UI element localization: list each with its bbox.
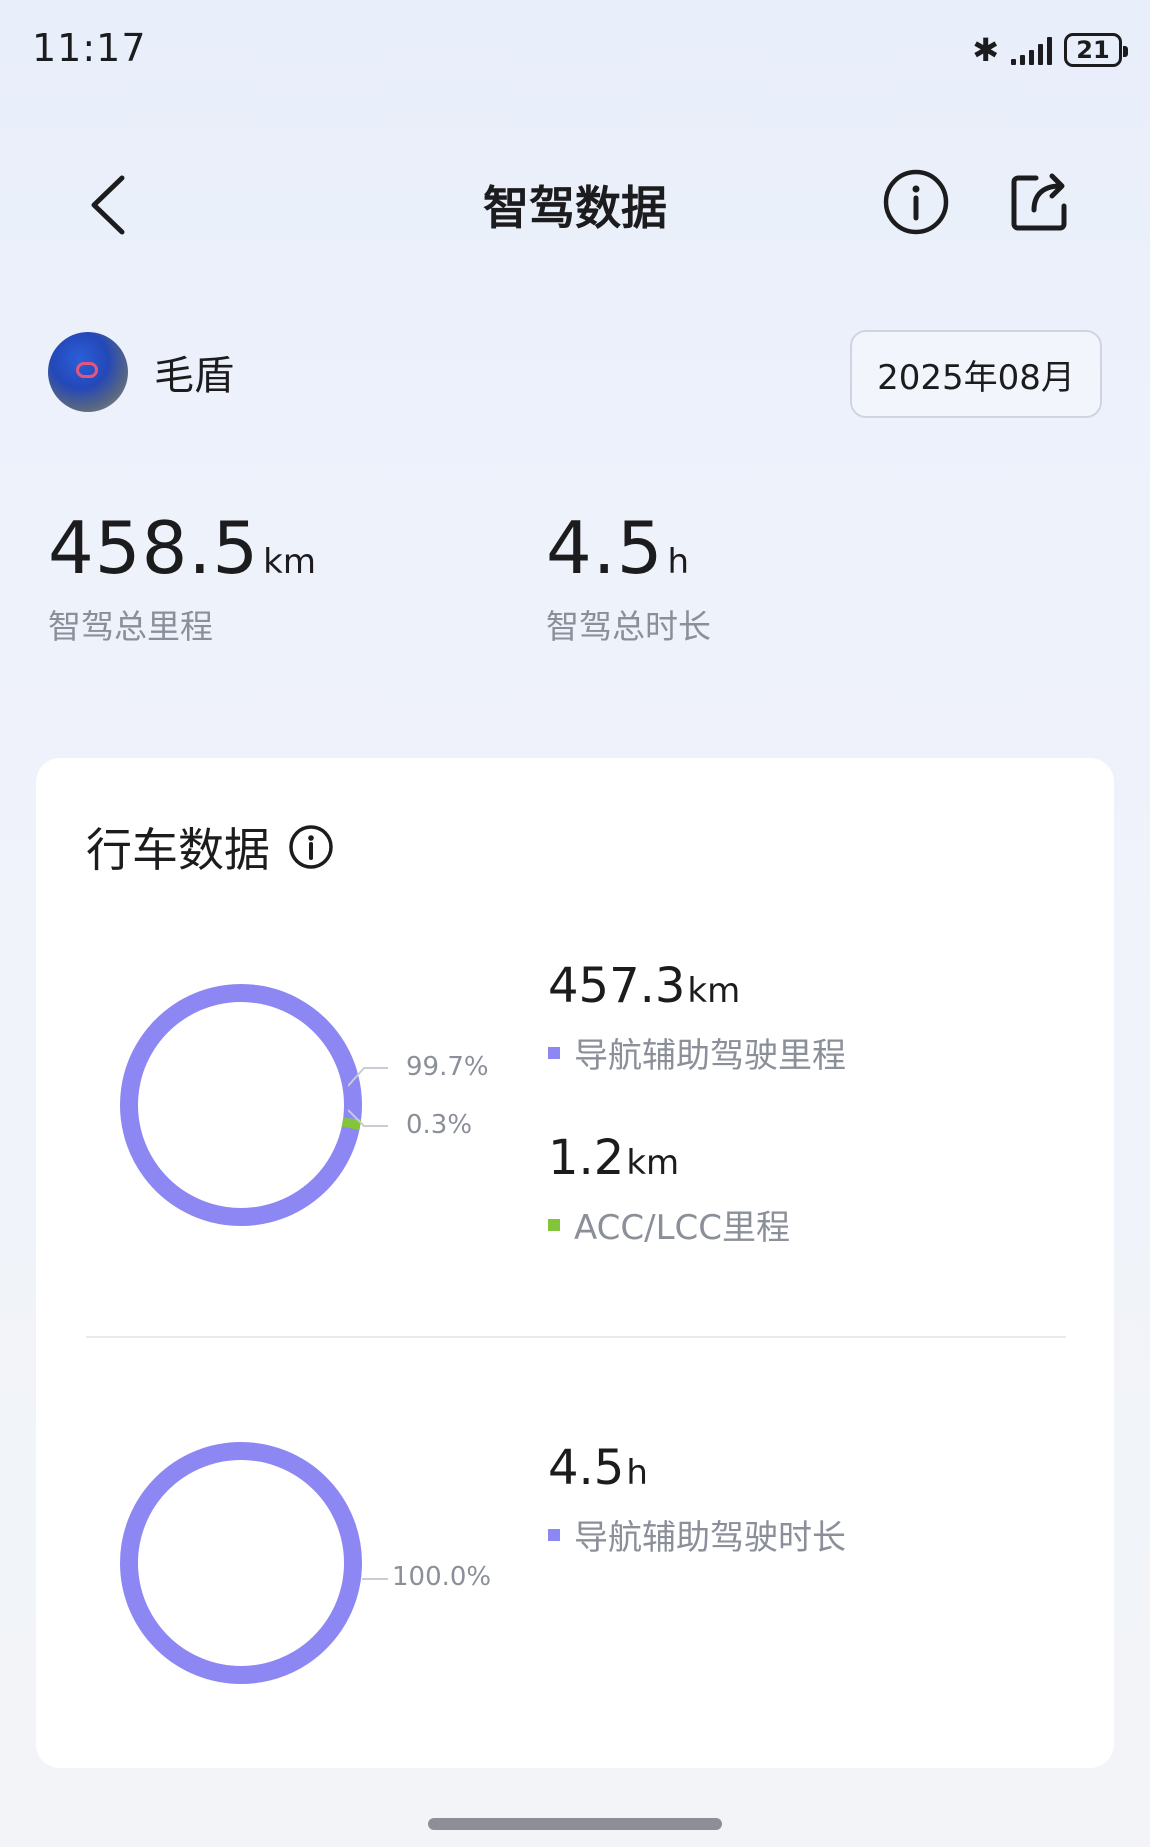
donut-segment xyxy=(119,984,362,1226)
share-icon xyxy=(1011,173,1067,231)
battery-icon: 21 xyxy=(1064,33,1128,67)
mileage-percent-nav: 99.7% xyxy=(406,1052,489,1082)
battery-level: 21 xyxy=(1076,36,1110,64)
acc-lcc-mileage: 1.2km ACC/LCC里程 xyxy=(548,1130,790,1249)
driving-data-card: 行车数据 99.7% 0.3% 457.3km 导航辅助驾驶里程 1.2km A… xyxy=(36,758,1114,1768)
legend-swatch xyxy=(548,1046,560,1059)
metric-value: 457.3 xyxy=(548,958,686,1014)
status-bar: 11:17 ✱ 21 xyxy=(0,0,1150,100)
info-icon xyxy=(883,169,949,235)
metric-value: 4.5 xyxy=(548,1440,625,1496)
nav-assist-mileage: 457.3km 导航辅助驾驶里程 xyxy=(548,958,846,1077)
total-distance-label: 智驾总里程 xyxy=(48,607,213,646)
total-duration-unit: h xyxy=(667,542,690,582)
metric-value: 1.2 xyxy=(548,1130,625,1186)
total-duration-stat: 4.5 h 智驾总时长 xyxy=(546,506,711,648)
metric-label: 导航辅助驾驶里程 xyxy=(574,1036,846,1076)
header: 智驾数据 xyxy=(0,150,1150,260)
signal-icon xyxy=(1011,35,1052,65)
donut-leader-line xyxy=(362,1578,388,1580)
month-selector-button[interactable]: 2025年08月 xyxy=(850,330,1102,418)
status-icons: ✱ 21 xyxy=(972,31,1128,69)
total-distance-value: 458.5 xyxy=(48,506,260,590)
metric-unit: h xyxy=(626,1453,648,1493)
info-icon[interactable] xyxy=(288,824,334,870)
total-duration-value: 4.5 xyxy=(546,506,664,590)
share-button[interactable] xyxy=(1006,168,1074,236)
total-distance-unit: km xyxy=(263,542,316,582)
duration-percent-nav: 100.0% xyxy=(392,1562,492,1592)
page-title: 智驾数据 xyxy=(483,181,667,235)
card-divider xyxy=(86,1336,1066,1338)
mileage-donut-chart xyxy=(119,984,362,1226)
card-title: 行车数据 xyxy=(86,814,334,880)
user-info: 毛盾 xyxy=(48,332,234,412)
metric-unit: km xyxy=(687,971,741,1011)
nav-assist-duration: 4.5h 导航辅助驾驶时长 xyxy=(548,1440,846,1559)
legend-swatch xyxy=(548,1528,560,1541)
status-time: 11:17 xyxy=(32,26,147,70)
donut-segment xyxy=(120,1442,362,1684)
info-button[interactable] xyxy=(882,168,950,236)
metric-unit: km xyxy=(626,1143,680,1183)
total-duration-label: 智驾总时长 xyxy=(546,607,711,646)
mileage-percent-acc: 0.3% xyxy=(406,1110,473,1140)
card-title-text: 行车数据 xyxy=(86,823,270,877)
metric-label: ACC/LCC里程 xyxy=(574,1208,791,1248)
duration-donut-chart xyxy=(120,1442,362,1684)
legend-swatch xyxy=(548,1218,560,1231)
donut-segment xyxy=(119,984,362,1226)
bluetooth-icon: ✱ xyxy=(972,31,999,69)
home-indicator xyxy=(428,1818,722,1830)
username: 毛盾 xyxy=(154,353,234,399)
total-distance-stat: 458.5 km 智驾总里程 xyxy=(48,506,316,648)
metric-label: 导航辅助驾驶时长 xyxy=(574,1518,846,1558)
avatar[interactable] xyxy=(48,332,128,412)
donut-leader-lines xyxy=(348,1067,388,1127)
